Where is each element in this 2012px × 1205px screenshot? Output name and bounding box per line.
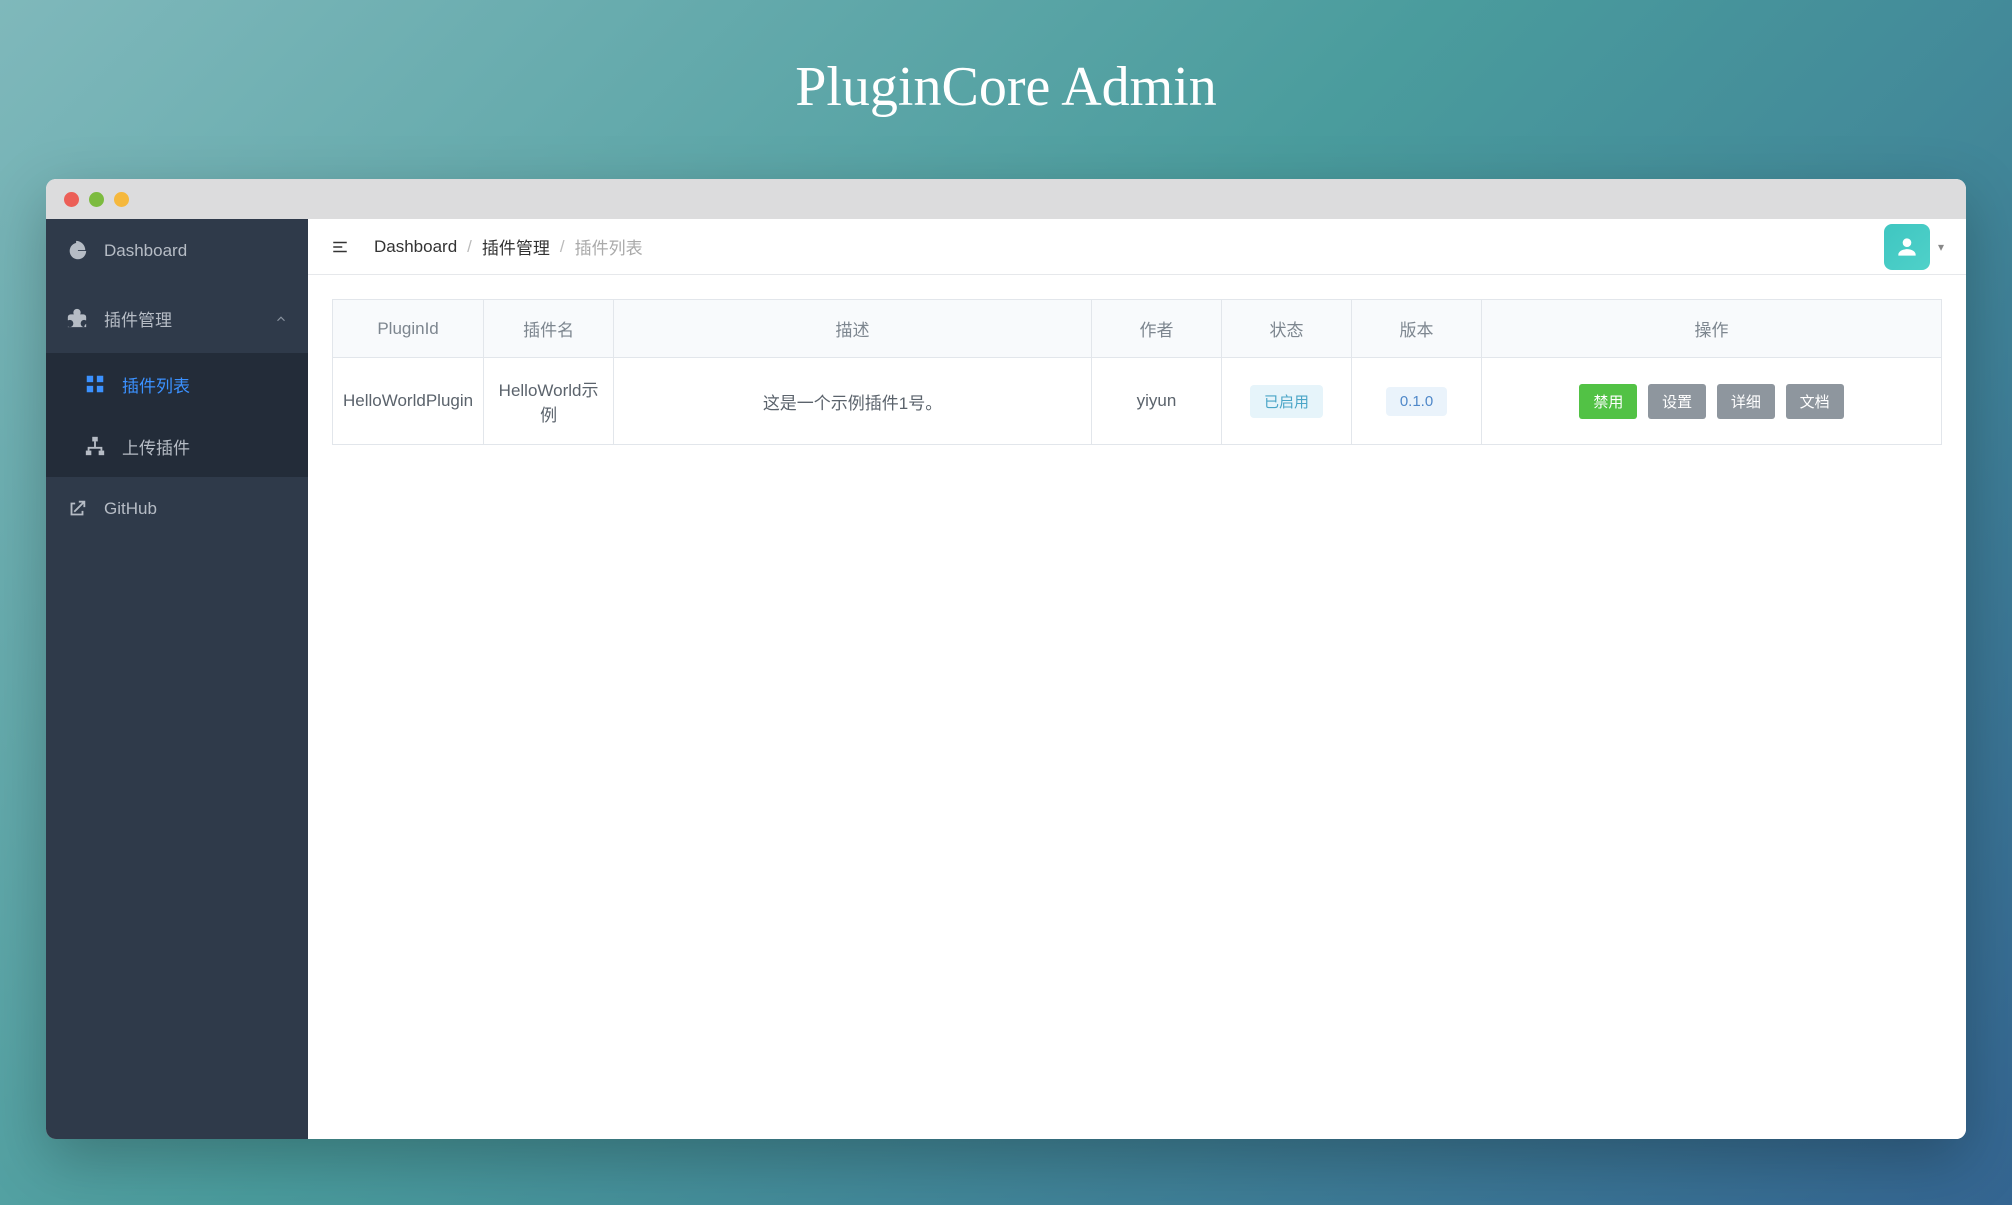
breadcrumb: Dashboard / 插件管理 / 插件列表 <box>374 234 643 259</box>
cell-version: 0.1.0 <box>1352 358 1482 445</box>
sitemap-icon <box>84 435 106 457</box>
window-titlebar <box>46 179 1966 219</box>
sidebar-item-dashboard[interactable]: Dashboard <box>46 219 308 283</box>
dashboard-icon <box>66 240 88 262</box>
cell-author: yiyun <box>1092 358 1222 445</box>
breadcrumb-separator: / <box>467 237 472 257</box>
cell-plugin-id: HelloWorldPlugin <box>333 358 484 445</box>
breadcrumb-item-dashboard[interactable]: Dashboard <box>374 237 457 257</box>
disable-button[interactable]: 禁用 <box>1579 384 1637 419</box>
window-zoom-dot[interactable] <box>114 192 129 207</box>
version-badge: 0.1.0 <box>1386 387 1447 416</box>
page-title: PluginCore Admin <box>0 0 2012 179</box>
sidebar-item-label: Dashboard <box>104 241 187 261</box>
sidebar-item-plugin-upload[interactable]: 上传插件 <box>46 415 308 477</box>
cell-actions: 禁用 设置 详细 文档 <box>1482 358 1942 445</box>
main-area: Dashboard / 插件管理 / 插件列表 ▾ <box>308 219 1966 1139</box>
plugin-table: PluginId 插件名 描述 作者 状态 版本 操作 HelloWorldPl… <box>332 299 1942 445</box>
chevron-down-icon[interactable]: ▾ <box>1938 240 1944 254</box>
window-close-dot[interactable] <box>64 192 79 207</box>
sidebar-item-plugin-list[interactable]: 插件列表 <box>46 353 308 415</box>
breadcrumb-separator: / <box>560 237 565 257</box>
topbar: Dashboard / 插件管理 / 插件列表 ▾ <box>308 219 1966 275</box>
th-author: 作者 <box>1092 300 1222 358</box>
sidebar-item-label: GitHub <box>104 499 157 519</box>
cell-desc: 这是一个示例插件1号。 <box>614 358 1092 445</box>
sidebar-item-label: 插件列表 <box>122 372 190 397</box>
cell-name: HelloWorld示例 <box>484 358 614 445</box>
content-area: PluginId 插件名 描述 作者 状态 版本 操作 HelloWorldPl… <box>308 275 1966 469</box>
user-icon <box>1894 234 1920 260</box>
sidebar: Dashboard 插件管理 插件列表 <box>46 219 308 1139</box>
sidebar-item-label: 插件管理 <box>104 306 172 331</box>
sidebar-item-plugins[interactable]: 插件管理 <box>46 283 308 353</box>
th-version: 版本 <box>1352 300 1482 358</box>
detail-button[interactable]: 详细 <box>1717 384 1775 419</box>
settings-button[interactable]: 设置 <box>1648 384 1706 419</box>
window-minimize-dot[interactable] <box>89 192 104 207</box>
sidebar-submenu-plugins: 插件列表 上传插件 <box>46 353 308 477</box>
chevron-up-icon <box>274 311 288 325</box>
plugin-icon <box>66 307 88 329</box>
cell-status: 已启用 <box>1222 358 1352 445</box>
th-name: 插件名 <box>484 300 614 358</box>
app-window: Dashboard 插件管理 插件列表 <box>46 179 1966 1139</box>
th-plugin-id: PluginId <box>333 300 484 358</box>
menu-collapse-icon[interactable] <box>330 238 350 256</box>
sidebar-item-label: 上传插件 <box>122 434 190 459</box>
grid-icon <box>84 373 106 395</box>
avatar[interactable] <box>1884 224 1930 270</box>
table-row: HelloWorldPlugin HelloWorld示例 这是一个示例插件1号… <box>333 358 1942 445</box>
th-status: 状态 <box>1222 300 1352 358</box>
breadcrumb-item-plugins[interactable]: 插件管理 <box>482 234 550 259</box>
sidebar-item-github[interactable]: GitHub <box>46 477 308 541</box>
th-actions: 操作 <box>1482 300 1942 358</box>
breadcrumb-item-current: 插件列表 <box>575 234 643 259</box>
status-badge: 已启用 <box>1250 385 1323 418</box>
external-link-icon <box>66 498 88 520</box>
docs-button[interactable]: 文档 <box>1786 384 1844 419</box>
th-desc: 描述 <box>614 300 1092 358</box>
table-header-row: PluginId 插件名 描述 作者 状态 版本 操作 <box>333 300 1942 358</box>
